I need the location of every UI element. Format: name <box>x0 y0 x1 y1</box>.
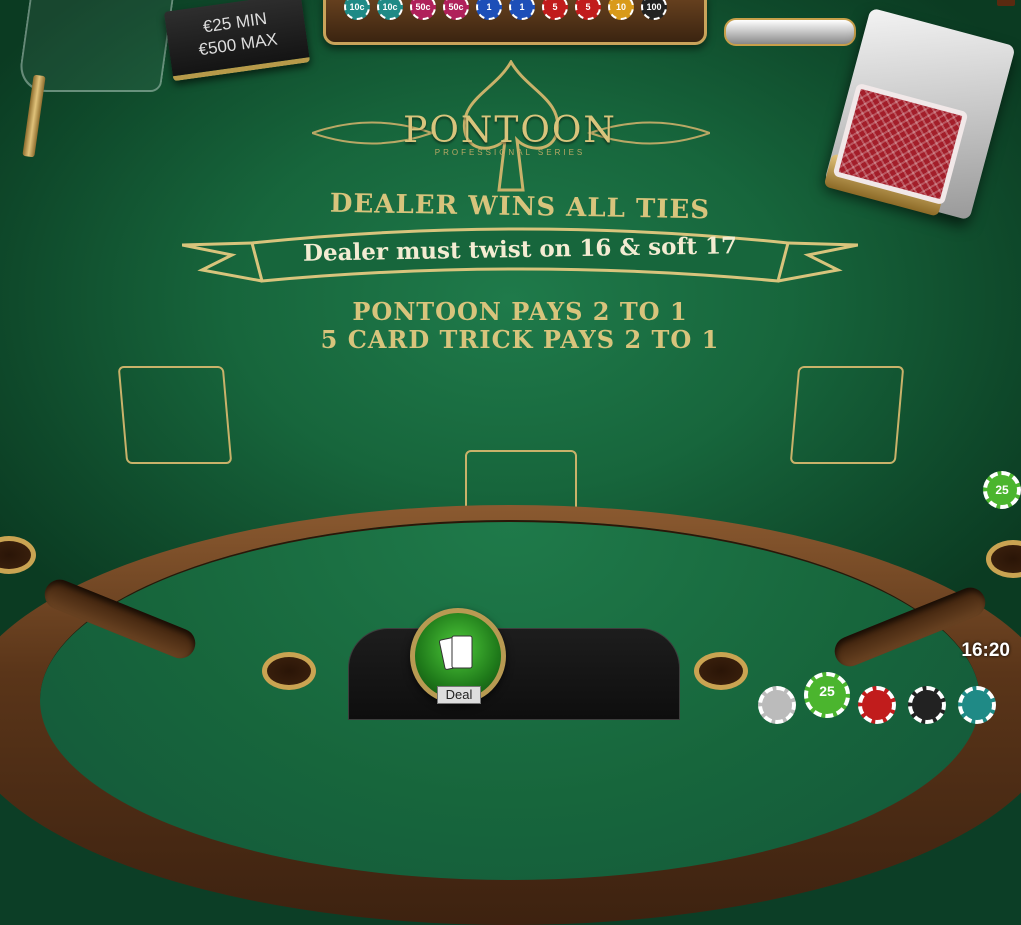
close-icon[interactable] <box>997 0 1015 6</box>
chip-selector-teal-icon[interactable] <box>958 686 996 724</box>
cards-icon <box>438 635 473 670</box>
tray-chip-icon: 50c <box>443 0 469 20</box>
clock: 16:20 <box>961 640 1010 661</box>
game-logo: PONTOON <box>403 110 617 151</box>
chip-25-icon[interactable]: 25 <box>983 471 1021 509</box>
tray-chip-icon: 10 <box>608 0 634 20</box>
game-logo-subtitle: PROFESSIONAL SERIES <box>434 148 586 157</box>
chip-selector-black-icon[interactable] <box>908 686 946 724</box>
cup-holder <box>262 652 316 690</box>
tray-chip-icon: 5 <box>575 0 601 20</box>
control-panel <box>348 628 680 720</box>
chip-selector-red-icon[interactable] <box>858 686 896 724</box>
rule-payouts: PONTOON PAYS 2 TO 1 5 CARD TRICK PAYS 2 … <box>250 298 790 354</box>
deal-button-label[interactable]: Deal <box>437 686 481 704</box>
dealer-chip-tray: 10c 10c 50c 50c 1 1 5 5 10 100 <box>323 0 707 45</box>
cup-holder <box>694 652 748 690</box>
tray-chip-icon: 100 <box>641 0 667 20</box>
tray-chip-icon: 10c <box>344 0 370 20</box>
tray-chip-icon: 50c <box>410 0 436 20</box>
bet-spot-left[interactable] <box>117 366 233 464</box>
rule-pontoon-pays: PONTOON PAYS 2 TO 1 <box>352 297 688 326</box>
tray-chip-icon: 1 <box>509 0 535 20</box>
rule-five-card-trick: 5 CARD TRICK PAYS 2 TO 1 <box>320 325 720 354</box>
chip-selector-25-icon[interactable]: 25 <box>804 672 850 718</box>
chip-selector-grey-icon[interactable] <box>758 686 796 724</box>
tray-chip-icon: 1 <box>476 0 502 20</box>
tray-chip-icon: 5 <box>542 0 568 20</box>
tray-chip-icon: 10c <box>377 0 403 20</box>
bet-spot-right[interactable] <box>789 366 905 464</box>
drop-paddle <box>724 18 856 46</box>
